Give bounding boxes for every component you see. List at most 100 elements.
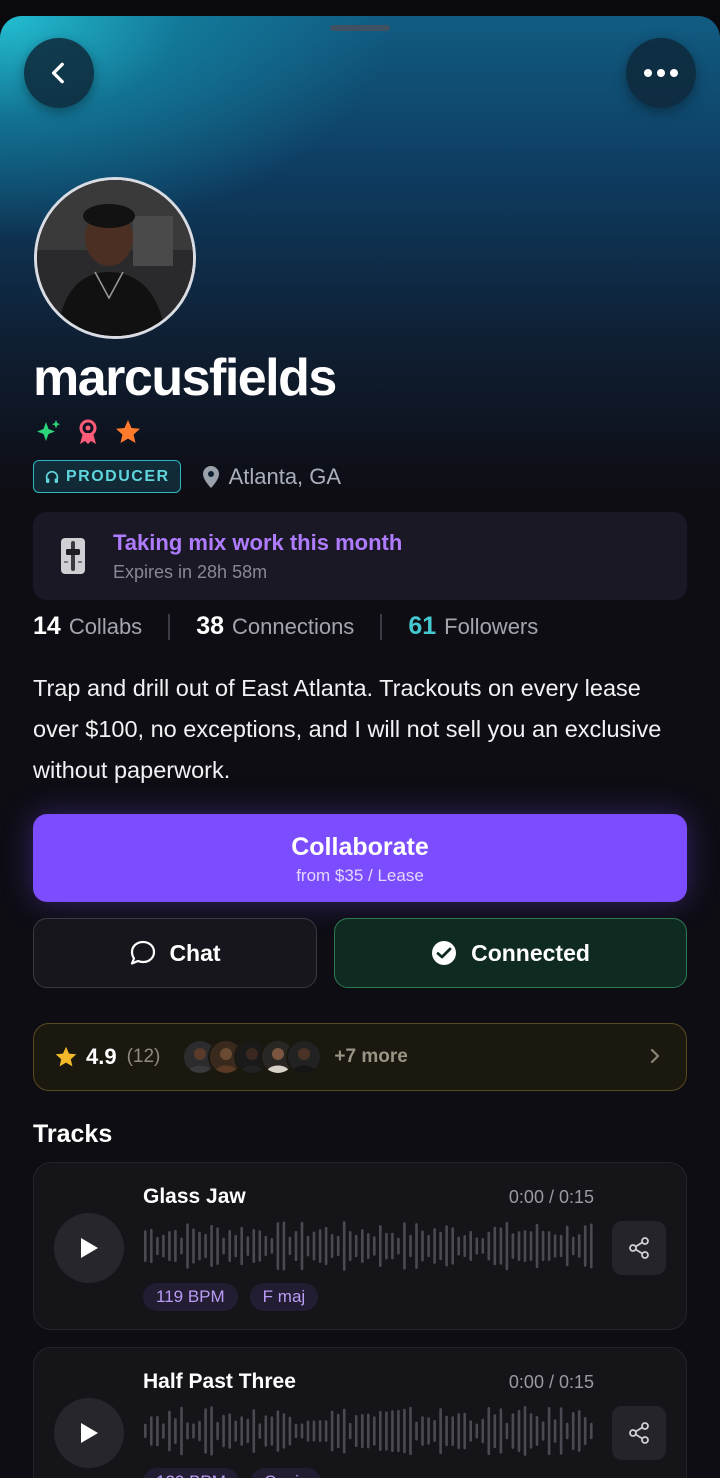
waveform-bar [288, 1236, 292, 1256]
waveform-bar [403, 1222, 406, 1270]
waveform-bar [204, 1233, 207, 1259]
waveform-bar [499, 1227, 503, 1265]
waveform-bar [240, 1416, 243, 1446]
waveform-bar [210, 1406, 213, 1456]
waveform-bar [517, 1231, 521, 1261]
waveform-bar [475, 1237, 479, 1255]
waveform-bar [258, 1423, 262, 1439]
status-card[interactable]: Taking mix work this month Expires in 28… [33, 512, 687, 600]
waveform-bar [469, 1230, 472, 1262]
waveform-bar [511, 1233, 515, 1259]
stat-connections[interactable]: 38 Connections [196, 612, 354, 641]
waveform-bar [336, 1413, 340, 1449]
chat-button[interactable]: Chat [33, 918, 317, 988]
track-card[interactable]: Half Past Three 0:00 / 0:15 120 BPM C mi… [33, 1347, 687, 1478]
waveform-bar [288, 1416, 292, 1446]
rating-bar[interactable]: 4.9 (12) +7 more [33, 1023, 687, 1091]
waveform-bar [541, 1230, 545, 1262]
waveform-bar [457, 1236, 460, 1256]
waveform-bar [565, 1225, 569, 1267]
waveform-bar [354, 1415, 358, 1447]
share-button[interactable] [612, 1406, 666, 1460]
waveform-bar [523, 1406, 527, 1456]
connected-button[interactable]: Connected [334, 918, 687, 988]
waveform-bar [391, 1410, 394, 1452]
key-tag: F maj [249, 1283, 319, 1311]
waveform-bar [234, 1234, 237, 1258]
connected-label: Connected [471, 939, 590, 966]
waveform-bar [252, 1409, 256, 1453]
waveform-bar [342, 1408, 346, 1454]
waveform-bar [198, 1420, 201, 1442]
waveform-bar [499, 1408, 503, 1454]
waveform[interactable] [143, 1404, 595, 1458]
play-button[interactable] [54, 1213, 124, 1283]
waveform-bar [571, 1412, 575, 1451]
role-location-row: PRODUCER Atlanta, GA [33, 460, 341, 493]
share-button[interactable] [612, 1221, 666, 1275]
stat-collabs[interactable]: 14 Collabs [33, 612, 142, 641]
waveform-bar [312, 1231, 316, 1261]
waveform-bar [493, 1226, 497, 1266]
waveform-bar [427, 1234, 430, 1258]
waveform-bar [475, 1423, 479, 1439]
waveform-bar [150, 1228, 153, 1264]
waveform[interactable] [143, 1219, 595, 1273]
waveform-bar [186, 1422, 189, 1440]
waveform-bar [463, 1235, 466, 1258]
waveform-bar [547, 1407, 551, 1456]
waveform-bar [385, 1232, 388, 1260]
waveform-bar [276, 1410, 280, 1452]
waveform-bar [186, 1223, 189, 1269]
waveform-bar [144, 1230, 147, 1262]
collaborate-price: from $35 / Lease [296, 866, 424, 885]
waveform-bar [481, 1418, 485, 1444]
waveform-bar [300, 1221, 304, 1271]
status-title: Taking mix work this month [113, 529, 403, 555]
more-options-button[interactable] [626, 38, 696, 108]
sheet-grab-handle[interactable] [330, 25, 390, 31]
waveform-bar [174, 1418, 177, 1444]
track-tags: 120 BPM C min [143, 1468, 322, 1478]
waveform-bar [246, 1236, 250, 1256]
collaborate-button[interactable]: Collaborate from $35 / Lease [33, 814, 687, 902]
waveform-bar [415, 1223, 418, 1269]
waveform-bar [294, 1231, 298, 1261]
back-button[interactable] [24, 38, 94, 108]
star-icon[interactable] [114, 418, 142, 446]
sparkles-icon[interactable] [34, 418, 62, 446]
rating-score: 4.9 [86, 1044, 117, 1069]
waveform-bar [481, 1238, 485, 1254]
waveform-bar [270, 1238, 274, 1254]
waveform-bar [192, 1423, 195, 1439]
award-ribbon-icon[interactable] [74, 418, 102, 446]
waveform-bar [451, 1227, 454, 1265]
profile-photo [37, 180, 193, 336]
waveform-bar [270, 1416, 274, 1446]
track-card[interactable]: Glass Jaw 0:00 / 0:15 119 BPM F maj [33, 1162, 687, 1330]
play-button[interactable] [54, 1398, 124, 1468]
more-reviewers: +7 more [334, 1046, 408, 1067]
waveform-bar [511, 1413, 515, 1449]
waveform-bar [348, 1231, 352, 1261]
waveform-bar [391, 1232, 394, 1260]
track-time: 0:00 / 0:15 [508, 1187, 594, 1207]
waveform-bar [439, 1408, 442, 1454]
waveform-bar [252, 1228, 256, 1264]
star-rating-icon [55, 1046, 77, 1067]
waveform-bar [156, 1236, 159, 1256]
location: Atlanta, GA [202, 463, 342, 490]
waveform-bar [204, 1408, 207, 1454]
waveform-bar [529, 1231, 533, 1261]
bio: Trap and drill out of East Atlanta. Trac… [33, 675, 662, 783]
role-badge: PRODUCER [33, 460, 181, 493]
track-time: 0:00 / 0:15 [508, 1372, 594, 1392]
waveform-bar [294, 1423, 298, 1439]
stat-followers[interactable]: 61 Followers [408, 612, 538, 641]
location-label: Atlanta, GA [228, 463, 342, 489]
waveform-bar [234, 1420, 237, 1442]
waveform-bar [571, 1236, 575, 1256]
share-icon [629, 1237, 649, 1259]
waveform-bar [180, 1406, 183, 1456]
waveform-bar [354, 1234, 358, 1258]
